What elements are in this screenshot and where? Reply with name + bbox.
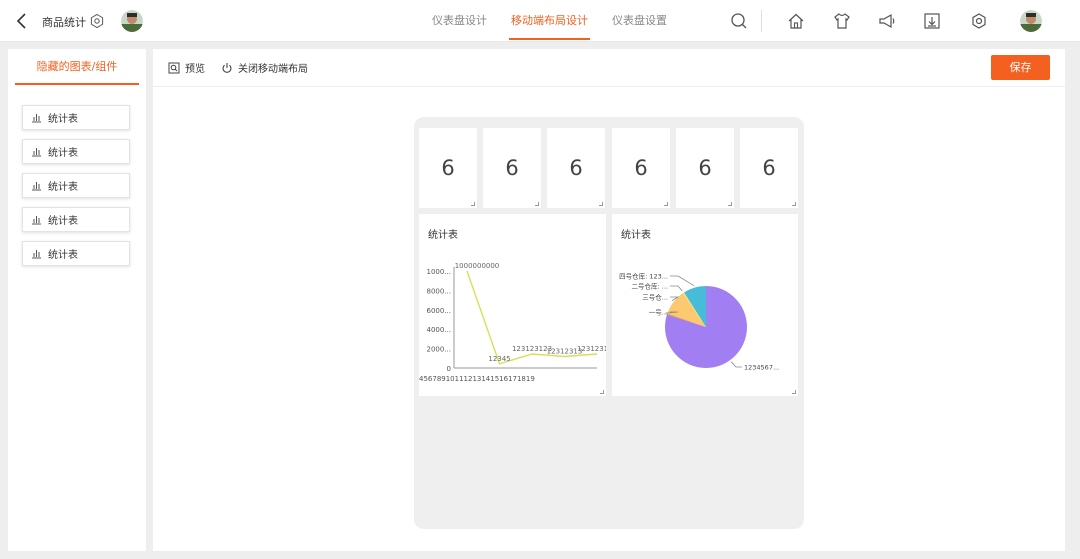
bar-chart-icon xyxy=(32,182,41,191)
resize-handle[interactable] xyxy=(792,202,796,206)
widget-label: 统计表 xyxy=(48,182,78,193)
back-arrow-icon[interactable] xyxy=(14,12,30,30)
bar-chart-icon xyxy=(32,114,41,123)
y-tick-label: 1000... xyxy=(427,268,452,276)
hidden-widgets-panel: 隐藏的图表/组件 统计表 统计表 统计表 统计表 统计表 xyxy=(8,49,146,551)
preview-label: 预览 xyxy=(185,64,205,75)
number-value: 6 xyxy=(569,156,583,180)
slice-leader-line xyxy=(670,285,683,292)
resize-handle[interactable] xyxy=(471,202,475,206)
resize-handle[interactable] xyxy=(792,390,796,394)
data-label: 12345 xyxy=(488,355,510,363)
avatar[interactable] xyxy=(121,10,143,32)
data-label: 1000000000 xyxy=(455,262,500,270)
tab-dashboard-settings[interactable]: 仪表盘设置 xyxy=(600,0,679,42)
close-mobile-label: 关闭移动端布局 xyxy=(238,64,308,75)
x-tick-labels: 45678910111213141516171819 xyxy=(419,375,535,383)
number-card[interactable]: 6 xyxy=(483,128,541,208)
tab-hidden-widgets[interactable]: 隐藏的图表/组件 xyxy=(15,49,139,85)
y-tick-label: 0 xyxy=(447,365,451,373)
y-tick-label: 2000... xyxy=(427,346,452,354)
number-value: 6 xyxy=(505,156,519,180)
editor-toolbar: 预览 关闭移动端布局 保存 xyxy=(153,49,1065,87)
number-card[interactable]: 6 xyxy=(419,128,477,208)
number-card[interactable]: 6 xyxy=(676,128,734,208)
widget-label: 统计表 xyxy=(48,148,78,159)
bar-chart-icon xyxy=(32,250,41,259)
widget-item[interactable]: 统计表 xyxy=(22,173,130,198)
widget-item[interactable]: 统计表 xyxy=(22,207,130,232)
pie-chart-card[interactable]: 统计表 1234567... 一号... 三号仓... 二号仓库: ... 四号仓库: … xyxy=(612,214,798,396)
search-icon[interactable] xyxy=(729,11,749,31)
slice-label: 四号仓库: 123... xyxy=(619,272,668,281)
slice-leader-line xyxy=(670,275,695,287)
save-button[interactable]: 保存 xyxy=(991,55,1050,80)
number-card[interactable]: 6 xyxy=(740,128,798,208)
y-tick-label: 4000... xyxy=(427,326,452,334)
tab-mobile-layout[interactable]: 移动端布局设计 xyxy=(499,0,600,42)
widget-item[interactable]: 统计表 xyxy=(22,139,130,164)
widget-label: 统计表 xyxy=(48,216,78,227)
top-bar: 商品统计 仪表盘设计 移动端布局设计 仪表盘设置 xyxy=(0,0,1080,42)
y-tick-label: 8000... xyxy=(427,287,452,295)
divider xyxy=(761,10,762,32)
number-card[interactable]: 6 xyxy=(612,128,670,208)
power-icon xyxy=(222,62,232,73)
bar-chart-icon xyxy=(32,148,41,157)
resize-handle[interactable] xyxy=(728,202,732,206)
app-title: 商品统计 xyxy=(42,16,86,29)
download-icon[interactable] xyxy=(922,11,942,31)
number-card[interactable]: 6 xyxy=(547,128,605,208)
slice-leader-line xyxy=(731,361,742,368)
slice-label: 1234567... xyxy=(744,364,779,372)
settings-icon[interactable] xyxy=(89,13,105,29)
user-avatar[interactable] xyxy=(1020,10,1042,32)
slice-label: 三号仓... xyxy=(642,293,668,302)
close-mobile-layout-button[interactable]: 关闭移动端布局 xyxy=(221,60,308,75)
number-value: 6 xyxy=(762,156,776,180)
resize-handle[interactable] xyxy=(664,202,668,206)
pie-chart: 1234567... 一号... 三号仓... 二号仓库: ...四号仓库: 123.… xyxy=(619,272,779,372)
top-tabs: 仪表盘设计 移动端布局设计 仪表盘设置 xyxy=(420,0,679,42)
slice-label: 一号... xyxy=(649,309,668,317)
line-chart-card[interactable]: 统计表 1000... 8000... 6000... 4000... 2000... 0… xyxy=(419,214,606,396)
mobile-canvas: 6 6 6 6 6 6 统计表 1000... 8000... 6000... 400… xyxy=(414,117,804,529)
widget-list: 统计表 统计表 统计表 统计表 统计表 xyxy=(8,85,146,266)
preview-icon xyxy=(168,62,180,73)
layout-editor: 预览 关闭移动端布局 保存 6 6 6 6 6 6 统计表 1000... 80… xyxy=(153,49,1065,551)
home-icon[interactable] xyxy=(786,11,806,31)
slice-label: 二号仓库: ... xyxy=(632,282,668,291)
resize-handle[interactable] xyxy=(599,202,603,206)
widget-label: 统计表 xyxy=(48,250,78,261)
resize-handle[interactable] xyxy=(600,390,604,394)
number-value: 6 xyxy=(441,156,455,180)
tab-dashboard-design[interactable]: 仪表盘设计 xyxy=(420,0,499,42)
line-chart: 1000... 8000... 6000... 4000... 2000... 0 4567… xyxy=(419,262,606,383)
shirt-icon[interactable] xyxy=(832,11,852,31)
bar-chart-icon xyxy=(32,216,41,225)
widget-item[interactable]: 统计表 xyxy=(22,241,130,266)
gear-icon[interactable] xyxy=(969,11,989,31)
widget-label: 统计表 xyxy=(48,114,78,125)
number-value: 6 xyxy=(634,156,648,180)
y-tick-label: 6000... xyxy=(427,307,452,315)
data-label: 123123123 xyxy=(577,345,606,353)
preview-button[interactable]: 预览 xyxy=(168,60,205,75)
resize-handle[interactable] xyxy=(535,202,539,206)
widget-item[interactable]: 统计表 xyxy=(22,105,130,130)
megaphone-icon[interactable] xyxy=(877,11,897,31)
number-value: 6 xyxy=(698,156,712,180)
